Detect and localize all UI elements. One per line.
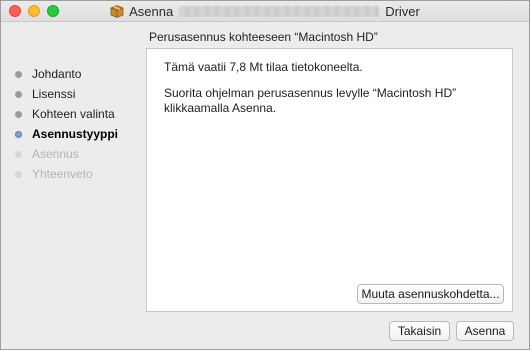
installer-window: Asenna Driver Perusasennus kohteeseen “M… <box>0 0 530 350</box>
step-label: Yhteenveto <box>32 167 93 181</box>
current-step-bullet-icon <box>15 130 22 138</box>
back-button[interactable]: Takaisin <box>389 321 450 341</box>
step-label: Kohteen valinta <box>32 107 115 121</box>
install-instruction-text: Suorita ohjelman perusasennus levylle “M… <box>164 86 457 115</box>
disk-space-text: Tämä vaatii 7,8 Mt tilaa tietokoneelta. <box>164 60 363 74</box>
change-install-location-button[interactable]: Muuta asennuskohdetta... <box>357 284 504 304</box>
step-license: Lisenssi <box>15 84 135 104</box>
window-title-suffix: Driver <box>385 3 420 19</box>
step-introduction: Johdanto <box>15 64 135 84</box>
install-button[interactable]: Asenna <box>456 321 514 341</box>
step-bullet-icon <box>15 170 22 178</box>
installer-steps-sidebar: Johdanto Lisenssi Kohteen valinta Asennu… <box>15 64 135 184</box>
window-title-prefix: Asenna <box>129 3 174 19</box>
title-bar: Asenna Driver <box>1 1 529 22</box>
step-bullet-icon <box>15 70 22 78</box>
step-label: Asennus <box>32 147 79 161</box>
step-bullet-icon <box>15 150 22 158</box>
step-summary: Yhteenveto <box>15 164 135 184</box>
step-label: Lisenssi <box>32 87 76 101</box>
step-destination-select: Kohteen valinta <box>15 104 135 124</box>
step-bullet-icon <box>15 110 22 118</box>
step-label: Johdanto <box>32 67 82 81</box>
step-installation-type: Asennustyyppi <box>15 124 135 144</box>
step-label: Asennustyyppi <box>32 127 119 141</box>
package-icon <box>110 4 124 18</box>
window-title: Asenna Driver <box>1 1 529 21</box>
content-panel: Tämä vaatii 7,8 Mt tilaa tietokoneelta. … <box>146 48 513 312</box>
step-installation: Asennus <box>15 144 135 164</box>
redacted-title-text <box>179 5 380 17</box>
step-bullet-icon <box>15 90 22 98</box>
page-title: Perusasennus kohteeseen “Macintosh HD” <box>149 30 378 44</box>
